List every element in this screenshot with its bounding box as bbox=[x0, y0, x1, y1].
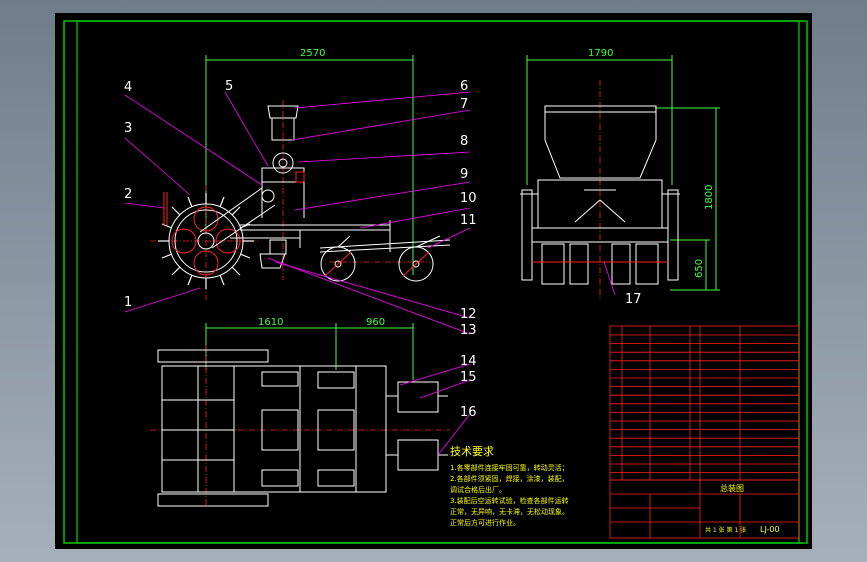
callout-8: 8 bbox=[460, 134, 468, 149]
callout-7: 7 bbox=[460, 97, 468, 112]
callout-9: 9 bbox=[460, 167, 468, 182]
notes-line-1: 1.各零部件连接牢固可靠，转动灵活； bbox=[450, 463, 569, 472]
notes-line-6: 正常后方可进行作业。 bbox=[450, 518, 520, 527]
dim-label-end-height: 1800 bbox=[704, 185, 715, 210]
drawing-sheet bbox=[55, 13, 812, 549]
callout-16: 16 bbox=[460, 405, 477, 420]
callout-1: 1 bbox=[124, 295, 132, 310]
dim-label-plan-front: 1610 bbox=[258, 317, 283, 328]
callout-13: 13 bbox=[460, 323, 477, 338]
drawing-number: LJ-00 bbox=[760, 525, 780, 534]
callout-10: 10 bbox=[460, 191, 477, 206]
callout-15: 15 bbox=[460, 370, 477, 385]
sheet-count: 共 1 张 第 1 张 bbox=[705, 526, 746, 534]
callout-3: 3 bbox=[124, 121, 132, 136]
dim-label-side-length: 2570 bbox=[300, 48, 325, 59]
callout-6: 6 bbox=[460, 79, 468, 94]
notes-heading: 技术要求 bbox=[450, 445, 494, 458]
cad-canvas: 2570 1 2 3 4 5 6 7 8 9 10 11 12 13 1790 … bbox=[55, 13, 812, 549]
callout-2: 2 bbox=[124, 187, 132, 202]
callout-14: 14 bbox=[460, 354, 477, 369]
notes-line-3: 调试合格后出厂。 bbox=[450, 485, 506, 494]
callout-17: 17 bbox=[625, 292, 642, 307]
dim-label-plan-rear: 960 bbox=[366, 317, 385, 328]
callout-11: 11 bbox=[460, 213, 477, 228]
dim-label-end-width: 1790 bbox=[588, 48, 613, 59]
drawing-title: 总装图 bbox=[720, 483, 744, 493]
dim-label-end-clearance: 650 bbox=[694, 259, 705, 278]
notes-line-4: 3.装配后空运转试验，检查各部件运转 bbox=[450, 496, 569, 505]
callout-4: 4 bbox=[124, 80, 132, 95]
callout-12: 12 bbox=[460, 307, 477, 322]
notes-line-2: 2.各部件须紧固，焊接，涂漆，装配， bbox=[450, 474, 569, 483]
callout-5: 5 bbox=[225, 79, 233, 94]
notes-line-5: 正常，无异响，无卡滞，无松动现象。 bbox=[450, 507, 569, 516]
